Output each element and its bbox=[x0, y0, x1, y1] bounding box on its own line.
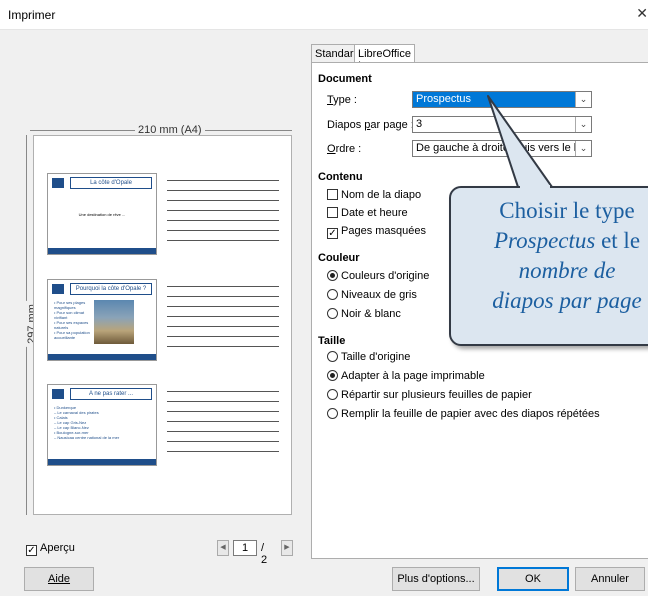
logo-icon bbox=[52, 389, 64, 399]
radio-black-white[interactable]: Noir & blanc bbox=[327, 308, 401, 322]
notes-lines bbox=[167, 180, 279, 250]
slide-body: • Dunkerque – Le carnaval des pirates • … bbox=[54, 405, 120, 440]
logo-icon bbox=[52, 284, 64, 294]
help-button[interactable]: Aide bbox=[24, 567, 94, 591]
radio-original-colors[interactable]: Couleurs d'origine bbox=[327, 270, 429, 284]
chevron-down-icon: ⌄ bbox=[575, 117, 591, 132]
tab-libreoffice-impress[interactable]: LibreOffice Impress bbox=[354, 44, 415, 72]
section-couleur: Couleur bbox=[318, 252, 360, 264]
section-contenu: Contenu bbox=[318, 171, 363, 183]
notes-lines bbox=[167, 286, 279, 356]
page-number-input[interactable]: 1 bbox=[233, 540, 257, 556]
more-options-button[interactable]: Plus d'options... bbox=[392, 567, 480, 591]
title-bar: Imprimer ✕ bbox=[0, 0, 648, 30]
order-label: Ordre : bbox=[327, 143, 362, 155]
checkbox-preview[interactable]: ✓ Aperçu bbox=[26, 542, 75, 556]
per-page-label: Diapos par page : bbox=[327, 119, 414, 131]
section-taille: Taille bbox=[318, 335, 346, 347]
height-dimension: 297 mm bbox=[20, 135, 38, 515]
previous-page-icon[interactable]: ◀ bbox=[217, 540, 229, 556]
checkbox-hidden-pages[interactable]: ✓ Pages masquées bbox=[327, 225, 426, 239]
radio-tile-sheets[interactable]: Répartir sur plusieurs feuilles de papie… bbox=[327, 389, 532, 403]
beach-photo bbox=[94, 300, 134, 344]
logo-icon bbox=[52, 178, 64, 188]
radio-original-size[interactable]: Taille d'origine bbox=[327, 351, 410, 365]
slide-title: A ne pas rater ... bbox=[70, 388, 152, 400]
radio-grayscale[interactable]: Niveaux de gris bbox=[327, 289, 417, 303]
window-title: Imprimer bbox=[8, 8, 56, 22]
next-page-icon[interactable]: ▶ bbox=[281, 540, 293, 556]
print-preview-page: La côte d'Opale Une destination de rêve … bbox=[33, 135, 292, 515]
slide-title: Pourquoi la côte d'Opale ? bbox=[70, 283, 152, 295]
slide-body: Une destination de rêve ... bbox=[78, 212, 126, 217]
close-icon[interactable]: ✕ bbox=[636, 5, 648, 22]
page-total: / 2 bbox=[261, 542, 268, 566]
callout-text: Choisir le type Prospectus et le nombre … bbox=[492, 198, 642, 313]
notes-lines bbox=[167, 391, 279, 461]
per-page-select[interactable]: 3 ⌄ bbox=[412, 116, 592, 133]
slide-thumbnail: Pourquoi la côte d'Opale ? • Pour ses pl… bbox=[47, 279, 157, 361]
type-label: Type : bbox=[327, 94, 357, 106]
checkbox-slide-name[interactable]: Nom de la diapo bbox=[327, 189, 421, 203]
cancel-button[interactable]: Annuler bbox=[575, 567, 645, 591]
slide-thumbnail: A ne pas rater ... • Dunkerque – Le carn… bbox=[47, 384, 157, 466]
radio-fit-page[interactable]: Adapter à la page imprimable bbox=[327, 370, 485, 384]
slide-title: La côte d'Opale bbox=[70, 177, 152, 189]
order-select[interactable]: De gauche à droite, puis vers le bas ⌄ bbox=[412, 140, 592, 157]
slide-body: • Pour ses plages magnifiques • Pour son… bbox=[54, 300, 90, 340]
ok-button[interactable]: OK bbox=[497, 567, 569, 591]
chevron-down-icon: ⌄ bbox=[575, 141, 591, 156]
slide-thumbnail: La côte d'Opale Une destination de rêve … bbox=[47, 173, 157, 255]
chevron-down-icon: ⌄ bbox=[575, 92, 591, 107]
type-select[interactable]: Prospectus ⌄ bbox=[412, 91, 592, 108]
section-document: Document bbox=[318, 73, 372, 85]
checkbox-date-time[interactable]: Date et heure bbox=[327, 207, 408, 221]
radio-fill-repeated[interactable]: Remplir la feuille de papier avec des di… bbox=[327, 408, 600, 422]
